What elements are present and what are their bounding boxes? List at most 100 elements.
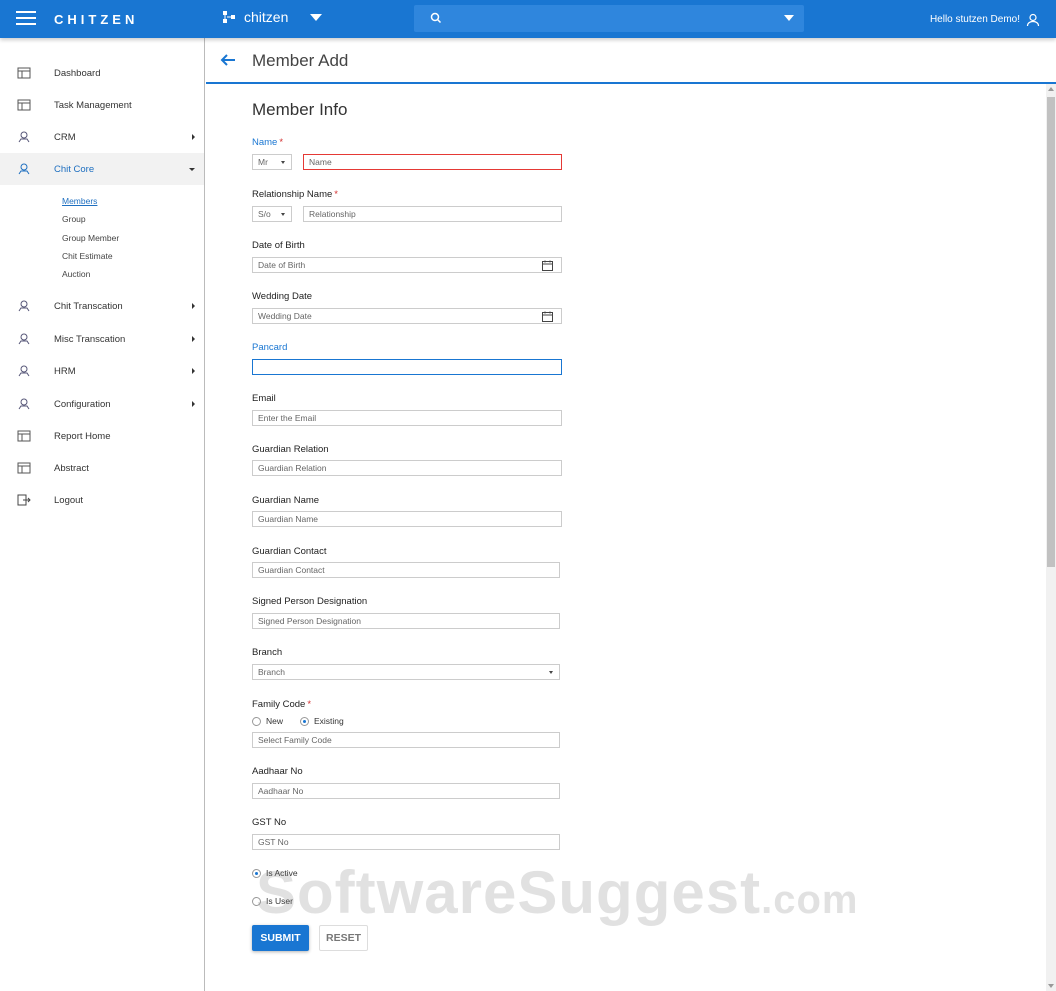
branch-label: Branch	[252, 647, 283, 658]
family-code-label-text: Family Code	[252, 699, 306, 710]
sidebar-subitem-group-member[interactable]: Group Member	[62, 233, 119, 243]
pancard-input[interactable]	[252, 359, 562, 375]
table-icon	[17, 99, 31, 111]
branch-select[interactable]: Branch	[252, 664, 560, 680]
family-new-label: New	[266, 716, 284, 726]
person-icon	[18, 365, 30, 377]
name-input[interactable]: Name	[303, 154, 562, 170]
person-icon	[18, 398, 30, 410]
sidebar-item-label: Chit Transcation	[54, 300, 123, 312]
sidebar-item-crm[interactable]: CRM	[0, 121, 204, 153]
signed-person-label: Signed Person Designation	[252, 596, 368, 607]
guardian-name-input[interactable]: Guardian Name	[252, 511, 562, 527]
sidebar-item-logout[interactable]: Logout	[0, 484, 204, 516]
sidebar-item-configuration[interactable]: Configuration	[0, 388, 204, 420]
radio-on-icon	[300, 716, 309, 726]
sidebar-item-label: Chit Core	[54, 163, 95, 175]
table-icon	[17, 462, 31, 474]
guardian-relation-input[interactable]: Guardian Relation	[252, 460, 562, 476]
is-active-label: Is Active	[266, 868, 298, 878]
wedding-date-input[interactable]: Wedding Date	[252, 308, 562, 324]
chevron-right-icon	[192, 368, 195, 374]
chevron-down-icon	[281, 161, 285, 164]
submit-button[interactable]: SUBMIT	[252, 925, 309, 951]
chevron-right-icon	[192, 336, 195, 342]
watermark-text: SoftwareSuggest	[256, 859, 762, 926]
person-icon	[18, 163, 30, 175]
radio-off-icon	[252, 896, 261, 906]
company-switcher[interactable]: chitzen	[222, 9, 323, 25]
search-dropdown-icon[interactable]	[784, 15, 794, 21]
gst-input[interactable]: GST No	[252, 834, 560, 850]
sidebar-item-chit-core[interactable]: Chit Core	[0, 153, 204, 185]
sidebar-item-chit-transcation[interactable]: Chit Transcation	[0, 290, 204, 322]
sidebar-subitem-group[interactable]: Group	[62, 214, 86, 224]
sidebar-subitem-chit-estimate[interactable]: Chit Estimate	[62, 251, 113, 261]
page-title: Member Add	[252, 51, 349, 70]
dob-input[interactable]: Date of Birth	[252, 257, 562, 273]
person-icon	[18, 300, 30, 312]
guardian-relation-label: Guardian Relation	[252, 444, 329, 455]
family-existing-radio[interactable]: Existing	[300, 716, 344, 726]
table-icon	[17, 430, 31, 442]
chevron-down-icon[interactable]	[310, 13, 323, 21]
person-icon	[18, 131, 30, 143]
chevron-right-icon	[192, 401, 195, 407]
family-code-input[interactable]: Select Family Code	[252, 732, 560, 748]
radio-on-icon	[252, 868, 261, 878]
branch-placeholder: Branch	[258, 667, 285, 677]
scroll-up-icon[interactable]	[1048, 87, 1054, 91]
is-user-radio[interactable]: Is User	[252, 896, 293, 906]
back-arrow-icon[interactable]	[220, 53, 236, 67]
family-new-radio[interactable]: New	[252, 716, 283, 726]
guardian-contact-input[interactable]: Guardian Contact	[252, 562, 560, 578]
sidebar-item-abstract[interactable]: Abstract	[0, 452, 204, 484]
calendar-icon[interactable]	[542, 260, 553, 271]
sidebar-item-label: Logout	[54, 494, 84, 506]
page-header: Member Add	[206, 38, 1056, 84]
scroll-down-icon[interactable]	[1048, 984, 1054, 988]
sidebar-item-label: Dashboard	[54, 67, 101, 79]
is-user-label: Is User	[266, 896, 293, 906]
guardian-contact-label: Guardian Contact	[252, 546, 327, 557]
user-greeting: Hello stutzen Demo!	[929, 14, 1020, 25]
aadhaar-label: Aadhaar No	[252, 766, 303, 777]
email-label: Email	[252, 393, 276, 404]
is-active-radio[interactable]: Is Active	[252, 868, 298, 878]
aadhaar-input[interactable]: Aadhaar No	[252, 783, 560, 799]
required-mark: *	[279, 137, 284, 148]
search-input[interactable]	[414, 5, 804, 32]
sidebar-item-report-home[interactable]: Report Home	[0, 420, 204, 452]
table-icon	[17, 67, 31, 79]
scrollbar-thumb[interactable]	[1047, 97, 1055, 567]
pancard-label: Pancard	[252, 342, 288, 353]
relationship-input[interactable]: Relationship	[303, 206, 562, 222]
relationship-prefix-value: S/o	[258, 209, 271, 219]
user-icon[interactable]	[1026, 13, 1040, 27]
sidebar-item-label: CRM	[54, 131, 76, 143]
sidebar-item-dashboard[interactable]: Dashboard	[0, 57, 204, 89]
sidebar-subitem-auction[interactable]: Auction	[62, 269, 90, 279]
guardian-name-label: Guardian Name	[252, 495, 320, 506]
name-label-text: Name	[252, 137, 278, 148]
relationship-prefix-select[interactable]: S/o	[252, 206, 292, 222]
sidebar-item-misc-transcation[interactable]: Misc Transcation	[0, 323, 204, 355]
calendar-icon[interactable]	[542, 311, 553, 322]
watermark-suffix: .com	[761, 878, 859, 922]
watermark: SoftwareSuggest.com	[256, 858, 858, 927]
sidebar-item-hrm[interactable]: HRM	[0, 355, 204, 387]
sidebar-subitem-members[interactable]: Members	[62, 196, 97, 206]
brand-logo: CHITZEN	[54, 12, 139, 27]
chevron-right-icon	[192, 134, 195, 140]
company-name: chitzen	[244, 9, 289, 25]
menu-icon[interactable]	[16, 11, 36, 27]
name-prefix-select[interactable]: Mr	[252, 154, 292, 170]
sidebar-item-task-management[interactable]: Task Management	[0, 89, 204, 121]
signed-person-input[interactable]: Signed Person Designation	[252, 613, 560, 629]
chevron-down-icon	[549, 671, 553, 674]
logout-icon	[17, 494, 31, 506]
reset-button[interactable]: RESET	[319, 925, 368, 951]
scrollbar[interactable]	[1046, 84, 1056, 991]
name-label: Name *	[252, 137, 283, 148]
email-input[interactable]: Enter the Email	[252, 410, 562, 426]
